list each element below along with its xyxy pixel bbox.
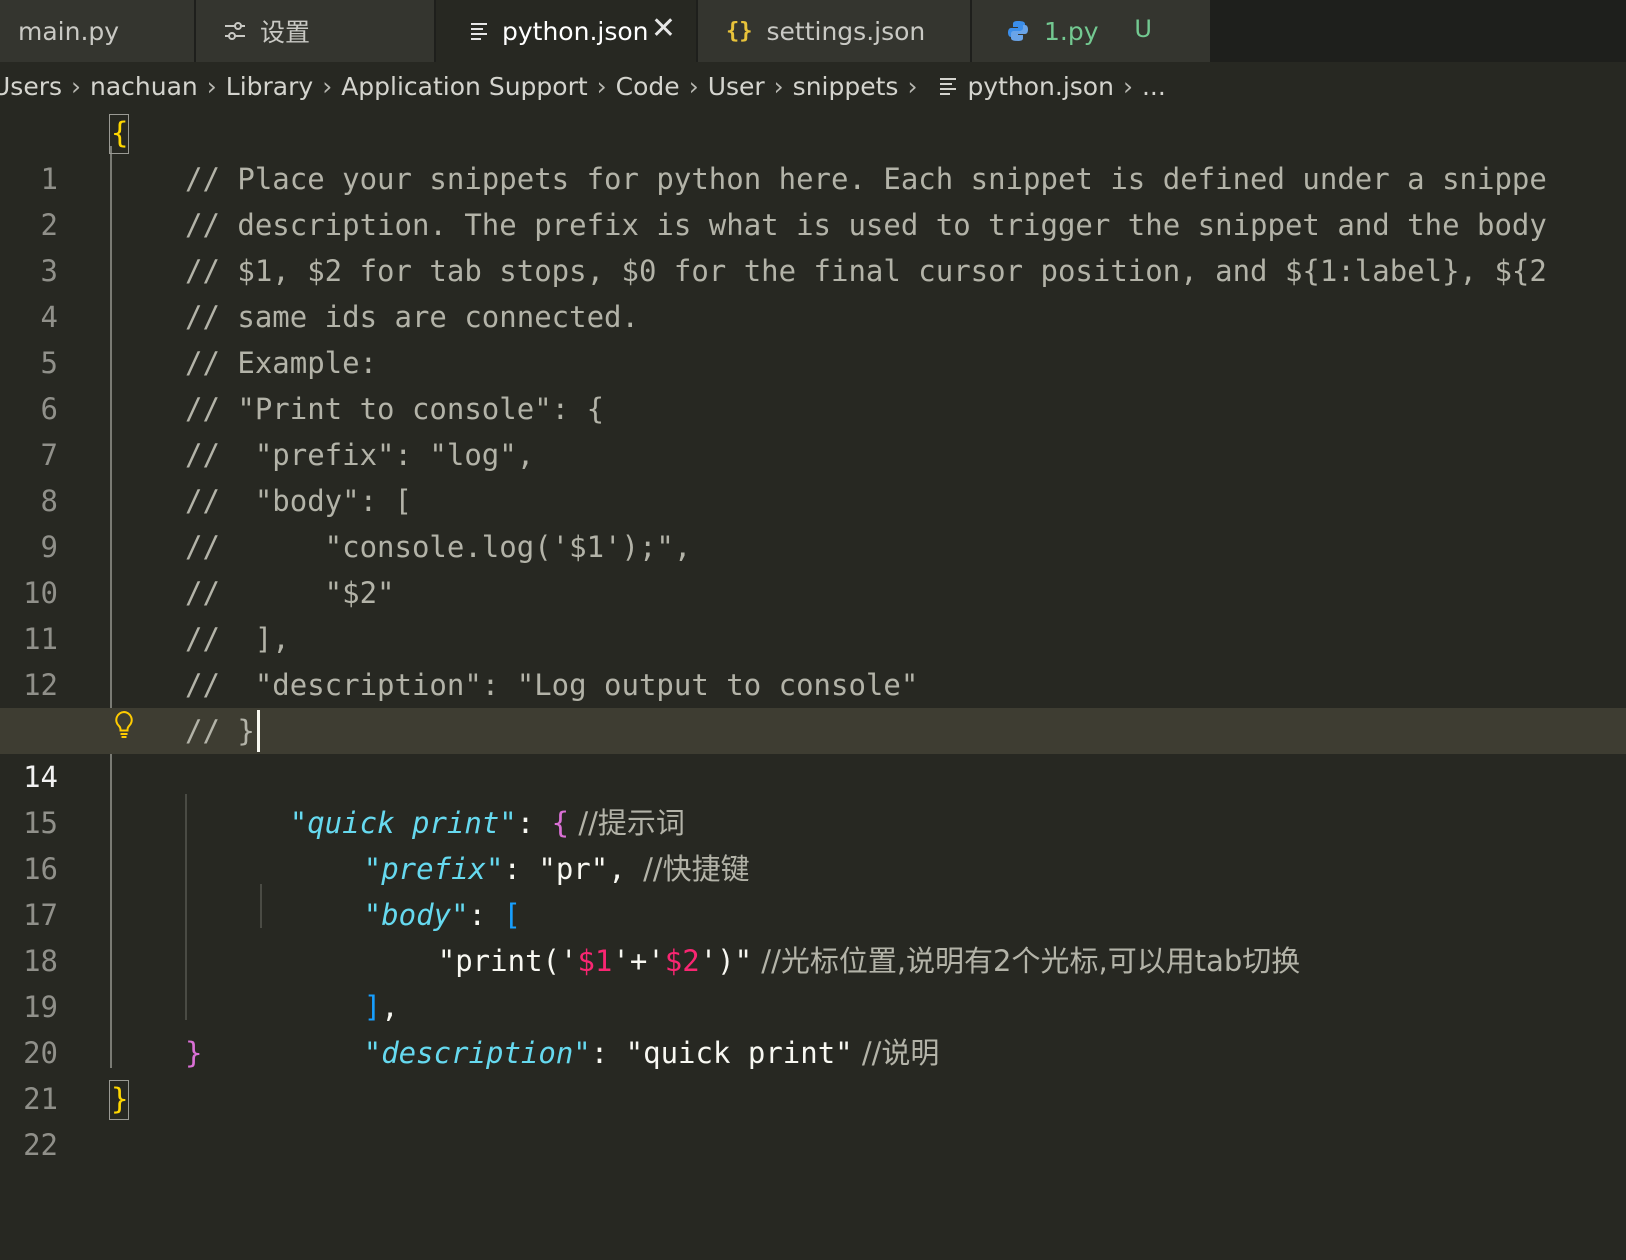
code-line[interactable]: 18 "print('$1'+'$2')" //光标位置,说明有2个光标,可以用…: [0, 892, 1626, 978]
code-comment: // }: [185, 714, 255, 748]
code-line[interactable]: 2 // Place your snippets for python here…: [0, 156, 1626, 242]
breadcrumb-item-more[interactable]: ...: [1142, 72, 1166, 101]
tab-1-py[interactable]: 1.py U: [972, 0, 1212, 62]
code-comment: // Example:: [185, 346, 378, 380]
chevron-right-icon: ›: [596, 71, 607, 101]
code-comment: // ],: [185, 622, 290, 656]
json-braces-icon: {}: [726, 18, 753, 44]
code-line[interactable]: 9 // "body": [: [0, 478, 1626, 564]
code-line-current[interactable]: 14 // }: [0, 708, 1626, 794]
code-comment: // description. The prefix is what is us…: [185, 208, 1547, 242]
chevron-right-icon: ›: [1122, 71, 1133, 101]
breadcrumb-item-snippets[interactable]: snippets: [793, 72, 899, 101]
code-line[interactable]: 11 // "$2": [0, 570, 1626, 656]
code-line[interactable]: 17 "body": [: [0, 846, 1626, 932]
code-line[interactable]: 20 "description": "quick print" //说明: [0, 984, 1626, 1070]
code-comment: // "console.log('$1');",: [185, 530, 692, 564]
file-lines-icon: [470, 21, 488, 41]
code-line[interactable]: 12 // ],: [0, 616, 1626, 702]
chevron-right-icon: ›: [71, 71, 82, 101]
tab-settings[interactable]: 设置: [196, 0, 436, 62]
code-comment: // "description": "Log output to console…: [185, 668, 919, 702]
code-line[interactable]: 16 "prefix": "pr", //快捷键: [0, 800, 1626, 886]
tab-settings-json[interactable]: {} settings.json: [698, 0, 972, 62]
code-comment: // same ids are connected.: [185, 300, 639, 334]
tab-python-json[interactable]: python.json ✕: [436, 0, 698, 62]
settings-sliders-icon: [224, 20, 246, 42]
code-line[interactable]: 10 // "console.log('$1');",: [0, 524, 1626, 610]
bracket-match-highlight: [109, 114, 129, 154]
code-line[interactable]: 1 {: [0, 110, 1626, 196]
breadcrumb-item-application-support[interactable]: Application Support: [341, 72, 587, 101]
bracket-match-highlight: [109, 1080, 129, 1120]
python-icon: [1006, 19, 1030, 43]
chevron-right-icon: ›: [688, 71, 699, 101]
code-comment: // "body": [: [185, 484, 412, 518]
chevron-right-icon: ›: [206, 71, 217, 101]
code-line[interactable]: 19 ],: [0, 938, 1626, 1024]
text-cursor: [257, 710, 260, 752]
breadcrumb-item-users[interactable]: Users: [0, 72, 62, 101]
code-comment: // "prefix": "log",: [185, 438, 535, 472]
code-editor[interactable]: 1 { 2 // Place your snippets for python …: [0, 110, 1626, 1162]
python-icon: [0, 18, 6, 44]
code-line[interactable]: 7 // "Print to console": {: [0, 386, 1626, 472]
code-line[interactable]: 13 // "description": "Log output to cons…: [0, 662, 1626, 748]
lightbulb-icon[interactable]: [113, 710, 135, 744]
tab-label: settings.json: [766, 16, 926, 46]
code-token: }: [185, 1036, 203, 1070]
tab-main-py[interactable]: main.py: [0, 0, 196, 62]
code-line[interactable]: 3 // description. The prefix is what is …: [0, 202, 1626, 288]
breadcrumb-item-library[interactable]: Library: [226, 72, 313, 101]
code-line[interactable]: 4 // $1, $2 for tab stops, $0 for the fi…: [0, 248, 1626, 334]
chevron-right-icon: ›: [773, 71, 784, 101]
breadcrumb-item-nachuan[interactable]: nachuan: [90, 72, 198, 101]
code-comment: // "$2": [185, 576, 395, 610]
tab-label: 设置: [260, 18, 311, 47]
code-line[interactable]: 22 }: [0, 1076, 1626, 1162]
code-line[interactable]: 15 "quick print": { //提示词: [0, 754, 1626, 840]
breadcrumb-item-code[interactable]: Code: [616, 72, 680, 101]
code-comment: // Place your snippets for python here. …: [185, 162, 1547, 196]
breadcrumb-item-user[interactable]: User: [708, 72, 765, 101]
breadcrumb: Users › nachuan › Library › Application …: [0, 62, 1626, 110]
tab-bar: main.py 设置 python.json ✕ {} settings.jso…: [0, 0, 1626, 62]
tab-label: main.py: [18, 16, 120, 46]
file-lines-icon: [939, 76, 957, 96]
chevron-right-icon: ›: [322, 71, 333, 101]
breadcrumb-item-python-json[interactable]: python.json: [967, 72, 1114, 101]
tab-label: python.json: [502, 16, 649, 46]
code-line[interactable]: 21 }: [0, 1030, 1626, 1116]
code-comment: // $1, $2 for tab stops, $0 for the fina…: [185, 254, 1547, 288]
line-number: 22: [23, 1128, 58, 1162]
code-comment: // "Print to console": {: [185, 392, 605, 426]
code-line[interactable]: 5 // same ids are connected.: [0, 294, 1626, 380]
chevron-right-icon: ›: [907, 71, 918, 101]
code-line[interactable]: 6 // Example:: [0, 340, 1626, 426]
close-icon[interactable]: ✕: [651, 14, 676, 44]
untracked-status-badge: U: [1134, 15, 1152, 43]
code-line[interactable]: 8 // "prefix": "log",: [0, 432, 1626, 518]
tab-label: 1.py: [1044, 16, 1099, 46]
